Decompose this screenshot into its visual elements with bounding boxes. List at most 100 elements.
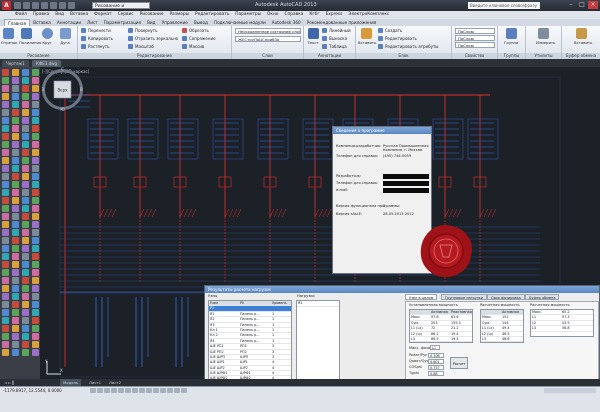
tool-icon[interactable]: [22, 77, 29, 84]
circle-button[interactable]: Круг: [40, 28, 54, 45]
tool-icon[interactable]: [32, 269, 39, 276]
color-select[interactable]: ПоСлою: [455, 28, 495, 34]
tool-icon[interactable]: [32, 277, 39, 284]
tool-icon[interactable]: [32, 117, 39, 124]
tool-icon[interactable]: [12, 309, 19, 316]
maximize-icon[interactable]: □: [577, 1, 587, 9]
tool-icon[interactable]: [32, 213, 39, 220]
tool-icon[interactable]: [2, 197, 9, 204]
tool-icon[interactable]: [32, 285, 39, 292]
workspace-select[interactable]: Рисование и аннотации: [92, 2, 150, 16]
tool-icon[interactable]: [12, 349, 19, 356]
menu-item[interactable]: Справка: [281, 11, 306, 19]
tool-icon[interactable]: [12, 237, 19, 244]
line-button[interactable]: Отрезок: [1, 28, 18, 45]
tool-icon[interactable]: [12, 269, 19, 276]
tool-icon[interactable]: [2, 317, 9, 324]
ribbon-tab[interactable]: Вывод: [191, 19, 211, 26]
ribbon-tab[interactable]: Подключаемые модули: [211, 19, 269, 26]
column-header[interactable]: Узел: [209, 301, 239, 305]
tool-icon[interactable]: [12, 157, 19, 164]
tool-icon[interactable]: [12, 333, 19, 340]
tool-icon[interactable]: [12, 173, 19, 180]
ribbon-tab[interactable]: Главная: [4, 19, 31, 26]
tool-icon[interactable]: [32, 333, 39, 340]
factor-value[interactable]: 0.757: [428, 365, 444, 370]
tool-icon[interactable]: [2, 253, 9, 260]
move-button[interactable]: Перенести: [81, 27, 111, 34]
menu-item[interactable]: Кгбг: [306, 11, 322, 19]
tool-icon[interactable]: [22, 229, 29, 236]
tool-icon[interactable]: [12, 261, 19, 268]
scale-button[interactable]: Масштаб: [128, 43, 154, 50]
tool-icon[interactable]: [12, 93, 19, 100]
column-header[interactable]: Реактивная: [450, 310, 472, 314]
navigation-cube[interactable]: Верх С Ю З В: [40, 67, 85, 112]
polyline-button[interactable]: Полилиния: [19, 28, 41, 45]
paste-button[interactable]: Вставить: [574, 28, 592, 45]
status-toggle-icon[interactable]: [125, 388, 131, 393]
tool-icon[interactable]: [32, 301, 39, 308]
tool-icon[interactable]: [2, 117, 9, 124]
tool-icon[interactable]: [12, 133, 19, 140]
tool-icon[interactable]: [32, 245, 39, 252]
tool-icon[interactable]: [32, 229, 39, 236]
status-toggle-icon[interactable]: [104, 388, 110, 393]
tool-icon[interactable]: [22, 325, 29, 332]
status-toggle-icon[interactable]: [139, 388, 145, 393]
tool-icon[interactable]: [12, 221, 19, 228]
tool-icon[interactable]: [22, 173, 29, 180]
tool-icon[interactable]: [32, 101, 39, 108]
tool-icon[interactable]: [32, 181, 39, 188]
tool-icon[interactable]: [2, 213, 9, 220]
tool-icon[interactable]: [2, 101, 9, 108]
tool-icon[interactable]: [22, 141, 29, 148]
tool-icon[interactable]: [32, 341, 39, 348]
tool-icon[interactable]: [22, 85, 29, 92]
tool-icon[interactable]: [22, 109, 29, 116]
tool-icon[interactable]: [22, 221, 29, 228]
menu-item[interactable]: Параметры: [232, 11, 264, 19]
coordinates-readout[interactable]: -1179.8917, 12.5544, 0.0000: [3, 388, 62, 393]
tool-icon[interactable]: [32, 261, 39, 268]
tool-icon[interactable]: [12, 325, 19, 332]
table-row[interactable]: L3 56.8: [531, 326, 593, 332]
tool-icon[interactable]: [32, 237, 39, 244]
status-toggle-icon[interactable]: [118, 388, 124, 393]
tool-icon[interactable]: [22, 157, 29, 164]
tool-icon[interactable]: [12, 109, 19, 116]
tool-icon[interactable]: [12, 125, 19, 132]
edit-attributes-button[interactable]: Редактировать атрибуты: [378, 43, 438, 50]
tool-icon[interactable]: [12, 77, 19, 84]
tool-icon[interactable]: [32, 133, 39, 140]
tool-icon[interactable]: [2, 85, 9, 92]
tool-icon[interactable]: [22, 237, 29, 244]
nav-arrows-icon[interactable]: ◄ ► ▌: [4, 379, 15, 386]
mirror-button[interactable]: Отразить зеркально: [128, 35, 178, 42]
tool-icon[interactable]: [2, 285, 9, 292]
tool-icon[interactable]: [22, 149, 29, 156]
tool-icon[interactable]: [32, 309, 39, 316]
tool-icon[interactable]: [22, 101, 29, 108]
tool-icon[interactable]: [32, 85, 39, 92]
status-toggle-icon[interactable]: [97, 388, 103, 393]
status-toggle-icon[interactable]: [167, 388, 173, 393]
tool-icon[interactable]: [2, 261, 9, 268]
menu-item[interactable]: Сервис: [115, 11, 137, 19]
tool-icon[interactable]: [22, 125, 29, 132]
tool-icon[interactable]: [22, 277, 29, 284]
tool-icon[interactable]: [22, 189, 29, 196]
tool-icon[interactable]: [32, 317, 39, 324]
tool-icon[interactable]: [32, 93, 39, 100]
tool-icon[interactable]: [22, 165, 29, 172]
tool-icon[interactable]: [2, 325, 9, 332]
tool-icon[interactable]: [32, 165, 39, 172]
factor-value[interactable]: 0.601: [428, 359, 444, 364]
tool-icon[interactable]: [2, 93, 9, 100]
tool-icon[interactable]: [2, 301, 9, 308]
tool-icon[interactable]: [32, 349, 39, 356]
table-row[interactable]: L3 66.5 19.5: [410, 337, 472, 342]
ribbon-tab[interactable]: Аннотации: [54, 19, 84, 26]
menu-item[interactable]: Express: [323, 11, 346, 19]
saveas-icon[interactable]: [41, 2, 48, 9]
